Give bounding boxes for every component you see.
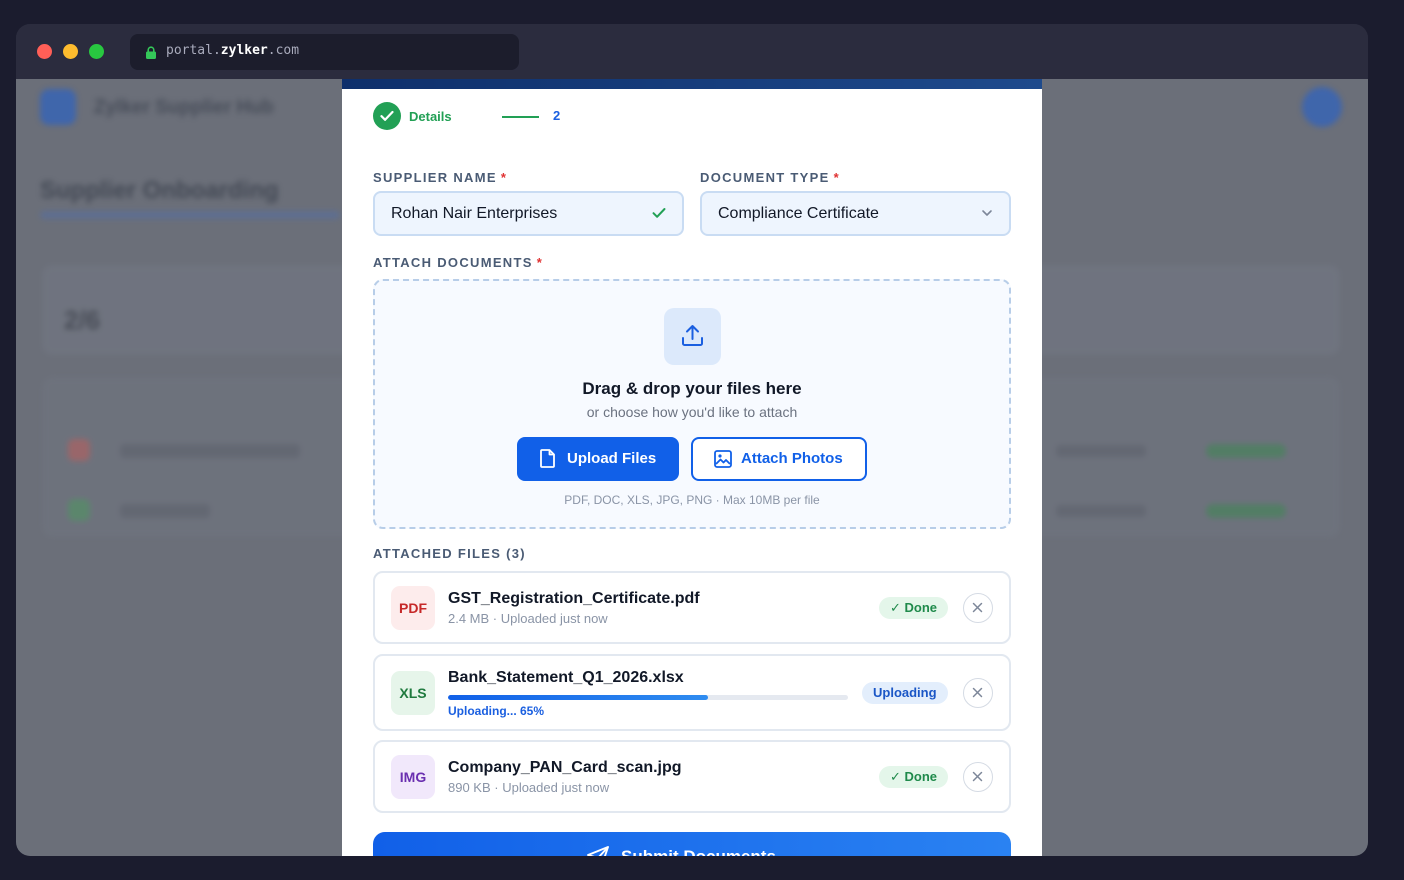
file-name: Bank_Statement_Q1_2026.xlsx <box>448 669 684 686</box>
supplier-name-label: SUPPLIER NAME * <box>373 170 508 185</box>
row-file-icon <box>68 439 90 461</box>
step-complete-badge <box>373 102 401 130</box>
status-badge: ✓ Done <box>879 597 949 619</box>
document-type-label: DOCUMENT TYPE * <box>700 170 840 185</box>
remove-file-button[interactable] <box>963 762 993 792</box>
attached-files-heading: ATTACHED FILES (3) <box>373 546 526 561</box>
supplier-name-value: Rohan Nair Enterprises <box>391 205 558 222</box>
file-name: Company_PAN_Card_scan.jpg <box>448 759 682 776</box>
attached-file-item: PDF GST_Registration_Certificate.pdf 2.4… <box>373 571 1011 644</box>
close-window-button[interactable] <box>37 44 52 59</box>
upload-modal: Details 2 SUPPLIER NAME * Rohan Nair Ente… <box>342 79 1042 856</box>
attached-file-item: XLS Bank_Statement_Q1_2026.xlsx Uploadin… <box>373 654 1011 731</box>
address-bar[interactable]: portal.zylker.com <box>130 34 519 70</box>
document-type-value: Compliance Certificate <box>718 205 879 222</box>
status-badge <box>1206 444 1286 458</box>
upload-icon <box>682 325 703 346</box>
attach-photos-label: Attach Photos <box>741 450 843 467</box>
upload-progress-text: Uploading... 65% <box>448 704 545 718</box>
check-icon <box>380 110 394 121</box>
table-row-date <box>1056 505 1146 517</box>
submit-documents-label: Submit Documents <box>621 847 776 856</box>
upload-files-label: Upload Files <box>567 450 657 467</box>
file-name: GST_Registration_Certificate.pdf <box>448 590 700 607</box>
file-dropzone[interactable]: Drag & drop your files here or choose ho… <box>373 279 1011 529</box>
upload-tile <box>664 308 721 365</box>
spreadsheet-file-icon: XLS <box>391 671 435 715</box>
page-subtitle <box>40 211 340 219</box>
step-connector <box>502 116 539 118</box>
check-icon <box>652 208 666 218</box>
send-icon <box>587 846 609 856</box>
file-format-hint: PDF, DOC, XLS, JPG, PNG · Max 10MB per f… <box>564 493 820 507</box>
stat-value: 2/6 <box>64 305 101 335</box>
pdf-file-icon: PDF <box>391 586 435 630</box>
chevron-down-icon <box>982 210 992 216</box>
maximize-window-button[interactable] <box>89 44 104 59</box>
status-badge <box>1206 504 1286 518</box>
app-logo <box>40 89 76 125</box>
table-row <box>120 504 210 518</box>
page-viewport: Zylker Supplier Hub Supplier Onboarding … <box>16 79 1368 856</box>
row-file-icon <box>68 499 90 521</box>
table-row <box>120 444 300 458</box>
file-meta: 890 KB · Uploaded just now <box>448 780 610 795</box>
close-icon <box>972 602 983 613</box>
supplier-name-field[interactable]: Rohan Nair Enterprises <box>373 191 684 236</box>
document-type-select[interactable]: Compliance Certificate <box>700 191 1011 236</box>
file-meta: 2.4 MB · Uploaded just now <box>448 611 608 626</box>
step-details-label[interactable]: Details <box>409 109 452 124</box>
image-icon <box>714 450 732 468</box>
close-icon <box>972 771 983 782</box>
dropzone-title: Drag & drop your files here <box>582 379 802 398</box>
table-row-date <box>1056 445 1146 457</box>
title-bar: portal.zylker.com <box>16 24 1368 79</box>
status-badge: ✓ Done <box>879 766 949 788</box>
file-icon <box>540 449 555 468</box>
minimize-window-button[interactable] <box>63 44 78 59</box>
attached-file-item: IMG Company_PAN_Card_scan.jpg 890 KB · U… <box>373 740 1011 813</box>
url-text: portal.zylker.com <box>166 43 300 58</box>
modal-header-strip <box>342 79 1042 89</box>
dropzone-subtitle: or choose how you'd like to attach <box>586 404 798 420</box>
browser-window: portal.zylker.com Zylker Supplier Hub Su… <box>16 24 1368 856</box>
remove-file-button[interactable] <box>963 593 993 623</box>
avatar <box>1302 87 1342 127</box>
attach-documents-label: ATTACH DOCUMENTS * <box>373 255 544 270</box>
step-2-indicator: 2 <box>553 108 561 123</box>
upload-files-button[interactable]: Upload Files <box>517 437 679 481</box>
lock-icon <box>146 46 156 59</box>
page-title: Supplier Onboarding <box>40 177 279 204</box>
attach-photos-button[interactable]: Attach Photos <box>691 437 867 481</box>
close-icon <box>972 687 983 698</box>
submit-documents-button[interactable]: Submit Documents <box>373 832 1011 856</box>
upload-progress-fill <box>448 695 708 700</box>
upload-progress-bar <box>448 695 848 700</box>
status-badge: Uploading <box>862 682 948 704</box>
remove-file-button[interactable] <box>963 678 993 708</box>
image-file-icon: IMG <box>391 755 435 799</box>
app-brand: Zylker Supplier Hub <box>94 97 274 118</box>
